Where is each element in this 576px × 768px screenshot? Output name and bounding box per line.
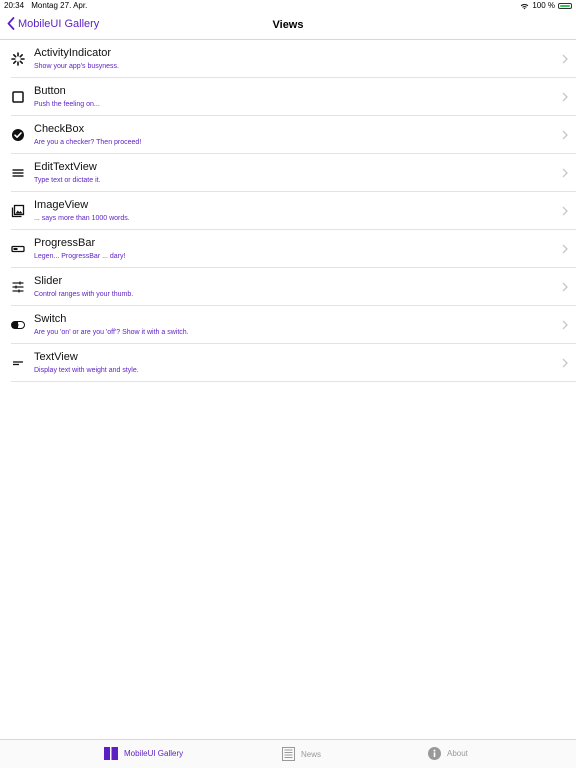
tab-label: MobileUI Gallery bbox=[124, 749, 184, 758]
news-icon bbox=[282, 747, 295, 761]
checkbox-empty-icon bbox=[11, 90, 25, 104]
item-title: ActivityIndicator bbox=[34, 47, 112, 59]
wifi-icon bbox=[520, 3, 529, 10]
tab-label: News bbox=[301, 749, 322, 759]
item-subtitle: Legen... ProgressBar ... dary! bbox=[34, 253, 126, 260]
list-item-switch[interactable]: Switch Are you 'on' or are you 'off'? Sh… bbox=[0, 306, 576, 344]
chevron-right-icon bbox=[562, 320, 568, 330]
check-circle-icon bbox=[11, 128, 25, 142]
navigation-bar: MobileUI Gallery Views bbox=[0, 12, 576, 40]
item-title: Slider bbox=[34, 275, 63, 287]
tab-gallery[interactable]: MobileUI Gallery bbox=[104, 747, 183, 760]
tab-about[interactable]: About bbox=[428, 747, 468, 760]
list-item-button[interactable]: Button Push the feeling on... bbox=[0, 78, 576, 116]
item-title: TextView bbox=[34, 351, 78, 363]
chevron-right-icon bbox=[562, 244, 568, 254]
item-subtitle: Display text with weight and style. bbox=[34, 367, 139, 374]
battery-percent: 100 % bbox=[532, 1, 555, 10]
item-title: ImageView bbox=[34, 199, 89, 211]
image-gallery-icon bbox=[11, 204, 25, 218]
activity-indicator-icon bbox=[11, 52, 25, 66]
battery-icon bbox=[558, 3, 572, 9]
gallery-icon bbox=[104, 747, 118, 760]
list-item-imageview[interactable]: ImageView ... says more than 1000 words. bbox=[0, 192, 576, 230]
chevron-right-icon bbox=[562, 168, 568, 178]
item-title: Switch bbox=[34, 313, 67, 325]
info-icon bbox=[428, 747, 441, 760]
views-list: ActivityIndicator Show your app's busyne… bbox=[0, 40, 576, 382]
progress-bar-icon bbox=[11, 242, 25, 256]
tab-bar: MobileUI Gallery News About bbox=[0, 739, 576, 768]
chevron-right-icon bbox=[562, 358, 568, 368]
item-subtitle: Type text or dictate it. bbox=[34, 177, 101, 184]
item-subtitle: Push the feeling on... bbox=[34, 101, 100, 108]
item-subtitle: Are you 'on' or are you 'off'? Show it w… bbox=[34, 329, 189, 336]
item-title: Button bbox=[34, 85, 66, 97]
sliders-icon bbox=[11, 280, 25, 294]
chevron-right-icon bbox=[562, 206, 568, 216]
chevron-right-icon bbox=[562, 92, 568, 102]
item-title: ProgressBar bbox=[34, 237, 96, 249]
menu-lines-icon bbox=[11, 166, 25, 180]
chevron-right-icon bbox=[562, 282, 568, 292]
status-date: Montag 27. Apr. bbox=[31, 1, 88, 10]
tab-label: About bbox=[447, 749, 468, 758]
list-item-activityindicator[interactable]: ActivityIndicator Show your app's busyne… bbox=[0, 40, 576, 78]
item-subtitle: Control ranges with your thumb. bbox=[34, 291, 134, 298]
item-subtitle: Show your app's busyness. bbox=[34, 63, 119, 70]
item-subtitle: Are you a checker? Then proceed! bbox=[34, 139, 142, 146]
list-item-progressbar[interactable]: ProgressBar Legen... ProgressBar ... dar… bbox=[0, 230, 576, 268]
status-time: 20:34 bbox=[4, 1, 25, 10]
tab-news[interactable]: News bbox=[282, 747, 321, 761]
status-bar: 20:34 Montag 27. Apr. 100 % bbox=[0, 0, 576, 12]
item-title: CheckBox bbox=[34, 123, 85, 135]
chevron-right-icon bbox=[562, 54, 568, 64]
toggle-icon bbox=[11, 318, 25, 332]
list-item-checkbox[interactable]: CheckBox Are you a checker? Then proceed… bbox=[0, 116, 576, 154]
list-item-slider[interactable]: Slider Control ranges with your thumb. bbox=[0, 268, 576, 306]
page-title: Views bbox=[272, 19, 304, 31]
item-subtitle: ... says more than 1000 words. bbox=[34, 215, 130, 222]
list-item-textview[interactable]: TextView Display text with weight and st… bbox=[0, 344, 576, 382]
short-text-icon bbox=[11, 356, 25, 370]
item-title: EditTextView bbox=[34, 161, 97, 173]
list-item-edittextview[interactable]: EditTextView Type text or dictate it. bbox=[0, 154, 576, 192]
chevron-right-icon bbox=[562, 130, 568, 140]
